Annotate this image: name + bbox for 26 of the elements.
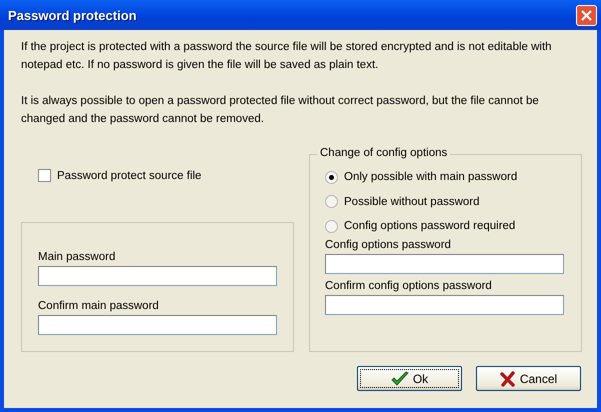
field-label: Main password bbox=[38, 251, 116, 263]
checkbox-label[interactable]: Password protect source file bbox=[57, 170, 202, 182]
close-icon bbox=[580, 8, 593, 22]
radio-button[interactable] bbox=[325, 220, 338, 233]
field-label: Confirm main password bbox=[38, 300, 160, 312]
password-field[interactable] bbox=[325, 254, 564, 274]
ok-button[interactable]: Ok bbox=[357, 366, 462, 391]
checkmark-icon bbox=[390, 370, 409, 386]
password-field[interactable] bbox=[38, 315, 277, 335]
cross-icon bbox=[500, 370, 516, 386]
radio-label[interactable]: Config options password required bbox=[344, 220, 516, 232]
radio-button[interactable] bbox=[325, 170, 338, 184]
checkbox[interactable] bbox=[38, 169, 51, 182]
field-label: Config options password bbox=[325, 238, 452, 250]
group-title: Change of config options bbox=[317, 147, 450, 159]
field-label: Confirm config options password bbox=[325, 280, 493, 292]
cancel-button[interactable]: Cancel bbox=[476, 366, 581, 391]
paragraph: It is always possible to open a password protected file without correct password, but the file cannot be changed and the password cannot be removed. bbox=[21, 94, 540, 127]
radio-button[interactable] bbox=[325, 195, 338, 208]
password-field[interactable] bbox=[325, 294, 564, 314]
radio-label[interactable]: Possible without password bbox=[344, 196, 480, 208]
radio-label[interactable]: Only possible with main password bbox=[344, 171, 518, 184]
paragraph: If the project is protected with a password the source file will be stored encrypted and is not editable with notepad etc. If no password is given the file will be saved as plain text. bbox=[21, 40, 553, 73]
window-title: Password protection bbox=[8, 8, 137, 22]
close-button[interactable] bbox=[576, 4, 597, 26]
password-field[interactable] bbox=[38, 266, 277, 286]
